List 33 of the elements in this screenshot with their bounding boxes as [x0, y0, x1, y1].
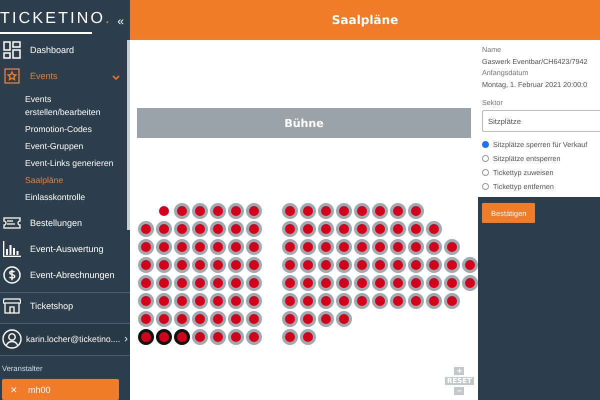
dashboard-icon: [3, 41, 21, 60]
nav-subitem[interactable]: Event-Gruppen: [25, 138, 118, 155]
nav-item[interactable]: Events: [0, 63, 130, 89]
ticket-icon: [3, 216, 21, 229]
collapse-button[interactable]: «: [117, 14, 130, 28]
nav-item[interactable]: Dashboard: [0, 37, 130, 64]
seat[interactable]: [174, 329, 190, 345]
seat[interactable]: [156, 329, 172, 345]
nav-item[interactable]: Bestellungen: [0, 210, 130, 236]
shop-icon: [3, 298, 21, 314]
user-icon: [2, 329, 22, 350]
logo: TICKETINO.: [0, 9, 112, 28]
stage-bar: Bühne: [137, 108, 471, 138]
nav-item[interactable]: Ticketshop: [0, 292, 130, 319]
page-title: Saalpläne: [332, 13, 398, 27]
radio-button[interactable]: [482, 141, 489, 148]
nav-subitem[interactable]: Einlasskontrolle: [25, 189, 118, 206]
nav-item[interactable]: Event-Auswertung: [0, 236, 130, 262]
nav-subitem[interactable]: Event-Links generieren: [25, 155, 118, 172]
user-account[interactable]: karin.locher@ticketino....: [26, 334, 120, 344]
nav-subitem[interactable]: Promotion-Codes: [25, 121, 118, 138]
radio-button[interactable]: [482, 169, 489, 176]
radio-button[interactable]: [482, 183, 489, 190]
chevron-icon[interactable]: ›: [124, 333, 128, 346]
nav-subitem[interactable]: Saalpläne: [25, 172, 118, 189]
dollar-icon: [3, 266, 21, 284]
scrollbar[interactable]: [127, 40, 130, 230]
nav-item[interactable]: Event-Abrechnungen: [0, 262, 130, 288]
radio-button[interactable]: [482, 155, 489, 162]
chevron-icon: [112, 75, 120, 82]
nav-subitem[interactable]: Events erstellen/bearbeiten: [25, 91, 118, 121]
bar-chart-icon: [3, 240, 21, 257]
seat[interactable]: [138, 329, 154, 345]
